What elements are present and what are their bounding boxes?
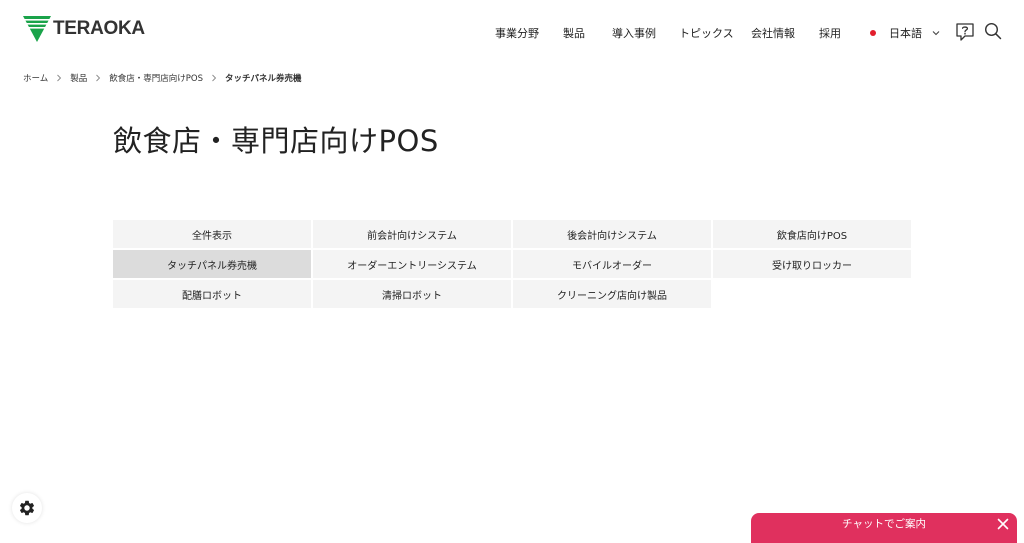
nav-item-topics[interactable]: トピックス bbox=[679, 26, 734, 42]
breadcrumb-current: タッチパネル券売機 bbox=[224, 74, 302, 84]
category-laundry-products[interactable]: クリーニング店向け製品 bbox=[513, 280, 711, 308]
category-prepay-system[interactable]: 前会計向けシステム bbox=[313, 220, 511, 248]
breadcrumb-restaurant-pos[interactable]: 飲食店・専門店向けPOS bbox=[109, 72, 203, 84]
chat-label: チャットでご案内 bbox=[842, 518, 926, 530]
chat-widget[interactable]: チャットでご案内 bbox=[751, 513, 1017, 543]
settings-button[interactable] bbox=[12, 493, 42, 523]
category-cleaning-robot[interactable]: 清掃ロボット bbox=[313, 280, 511, 308]
category-all[interactable]: 全件表示 bbox=[113, 220, 311, 248]
nav-item-cases[interactable]: 導入事例 bbox=[612, 26, 656, 42]
breadcrumb-products[interactable]: 製品 bbox=[70, 72, 87, 84]
category-pickup-locker[interactable]: 受け取りロッカー bbox=[713, 250, 911, 278]
category-postpay-system[interactable]: 後会計向けシステム bbox=[513, 220, 711, 248]
logo-mark-icon bbox=[23, 16, 51, 42]
chevron-right-icon bbox=[57, 74, 62, 82]
chevron-right-icon bbox=[212, 74, 217, 82]
japan-flag-icon bbox=[870, 30, 876, 36]
help-icon[interactable] bbox=[955, 22, 975, 42]
page-title: 飲食店・専門店向けPOS bbox=[113, 124, 439, 158]
site-header: TERAOKA 事業分野 製品 導入事例 トピックス 会社情報 採用 日本語 bbox=[0, 0, 1024, 64]
breadcrumb: ホーム 製品 飲食店・専門店向けPOS タッチパネル券売機 bbox=[23, 71, 302, 85]
nav-item-products[interactable]: 製品 bbox=[563, 26, 585, 42]
nav-item-company[interactable]: 会社情報 bbox=[751, 26, 795, 42]
category-mobile-order[interactable]: モバイルオーダー bbox=[513, 250, 711, 278]
chevron-right-icon bbox=[96, 74, 101, 82]
breadcrumb-home[interactable]: ホーム bbox=[23, 72, 48, 84]
nav-item-recruit[interactable]: 採用 bbox=[819, 26, 841, 42]
category-touch-panel-ticket-machine[interactable]: タッチパネル券売機 bbox=[113, 250, 311, 278]
category-order-entry-system[interactable]: オーダーエントリーシステム bbox=[313, 250, 511, 278]
search-icon[interactable] bbox=[984, 22, 1002, 40]
close-icon[interactable] bbox=[997, 518, 1009, 530]
chevron-down-icon bbox=[932, 31, 940, 36]
language-selector[interactable]: 日本語 bbox=[870, 25, 941, 41]
logo-text: TERAOKA bbox=[53, 18, 145, 39]
teraoka-logo[interactable]: TERAOKA bbox=[23, 16, 145, 42]
category-serving-robot[interactable]: 配膳ロボット bbox=[113, 280, 311, 308]
gear-icon bbox=[19, 500, 35, 516]
category-restaurant-pos[interactable]: 飲食店向けPOS bbox=[713, 220, 911, 248]
language-label: 日本語 bbox=[889, 27, 922, 40]
nav-item-business[interactable]: 事業分野 bbox=[495, 26, 539, 42]
